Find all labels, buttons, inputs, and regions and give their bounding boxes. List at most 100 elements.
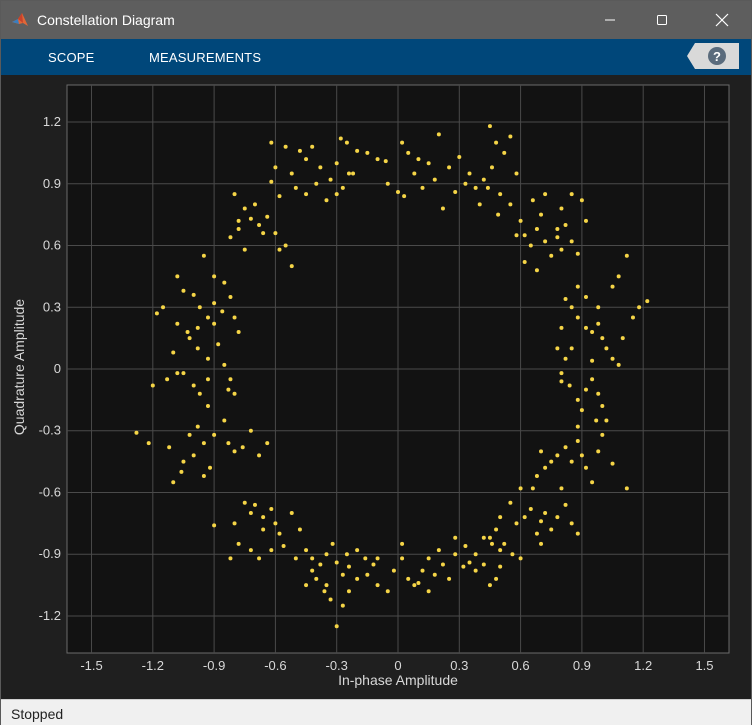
- constellation-point: [518, 218, 523, 223]
- constellation-point: [289, 171, 294, 176]
- constellation-point: [518, 556, 523, 561]
- constellation-point: [195, 346, 200, 351]
- constellation-point: [201, 474, 206, 479]
- plot-area: -1.5 -1.2 -0.9 -0.6 -0.3 0 0.3 0.6 0.9 1.2 1.5 -1.2…: [1, 75, 751, 699]
- constellation-point: [134, 430, 139, 435]
- constellation-point: [191, 453, 196, 458]
- constellation-point: [569, 305, 574, 310]
- constellation-point: [522, 515, 527, 520]
- constellation-point: [549, 459, 554, 464]
- constellation-point: [555, 346, 560, 351]
- constellation-point: [590, 329, 595, 334]
- minimize-icon: [605, 19, 615, 21]
- constellation-point: [355, 148, 360, 153]
- y-tick-label: 0.6: [43, 238, 61, 253]
- constellation-point: [412, 583, 417, 588]
- constellation-point: [265, 214, 270, 219]
- constellation-point: [273, 231, 278, 236]
- constellation-point: [579, 408, 584, 413]
- constellation-point: [610, 356, 615, 361]
- constellation-point: [620, 336, 625, 341]
- y-tick-label: -1.2: [39, 608, 61, 623]
- constellation-point: [340, 572, 345, 577]
- x-tick-label: 0.9: [573, 658, 591, 673]
- constellation-point: [232, 391, 237, 396]
- title-bar[interactable]: Constellation Diagram: [1, 1, 751, 39]
- close-button[interactable]: [699, 1, 745, 39]
- constellation-window: Constellation Diagram SCOPE MEASUREMENTS: [0, 0, 752, 725]
- constellation-point: [242, 247, 247, 252]
- constellation-point: [543, 192, 548, 197]
- constellation-point: [477, 202, 482, 207]
- constellation-point: [187, 432, 192, 437]
- maximize-button[interactable]: [639, 1, 685, 39]
- help-button[interactable]: ?: [687, 43, 739, 69]
- constellation-point: [539, 519, 544, 524]
- constellation-point: [228, 377, 233, 382]
- constellation-point: [463, 543, 468, 548]
- constellation-point: [205, 315, 210, 320]
- constellation-point: [273, 521, 278, 526]
- constellation-point: [508, 500, 513, 505]
- constellation-point: [371, 562, 376, 567]
- constellation-point: [212, 523, 217, 528]
- constellation-point: [543, 465, 548, 470]
- y-tick-label: 0: [54, 361, 61, 376]
- constellation-point: [569, 521, 574, 526]
- x-tick-label: 0: [394, 658, 401, 673]
- constellation-point: [252, 502, 257, 507]
- constellation-point: [236, 227, 241, 232]
- constellation-point: [252, 202, 257, 207]
- constellation-point: [569, 459, 574, 464]
- constellation-point: [528, 506, 533, 511]
- constellation-point: [502, 541, 507, 546]
- constellation-point: [400, 556, 405, 561]
- constellation-point: [559, 325, 564, 330]
- constellation-point: [406, 150, 411, 155]
- constellation-point: [440, 206, 445, 211]
- y-tick-label: -0.6: [39, 484, 61, 499]
- constellation-point: [555, 515, 560, 520]
- constellation-point: [596, 321, 601, 326]
- constellation-point: [539, 541, 544, 546]
- constellation-point: [400, 541, 405, 546]
- constellation-point: [569, 346, 574, 351]
- constellation-point: [575, 439, 580, 444]
- status-bar: Stopped: [1, 699, 751, 725]
- constellation-point: [402, 194, 407, 199]
- constellation-point: [549, 527, 554, 532]
- constellation-point: [277, 247, 282, 252]
- tab-measurements[interactable]: MEASUREMENTS: [149, 50, 261, 65]
- constellation-point: [277, 531, 282, 536]
- constellation-point: [154, 311, 159, 316]
- constellation-point: [344, 140, 349, 145]
- window-title: Constellation Diagram: [37, 12, 175, 28]
- constellation-chart[interactable]: -1.5 -1.2 -0.9 -0.6 -0.3 0 0.3 0.6 0.9 1.2 1.5 -1.2…: [1, 75, 751, 699]
- minimize-button[interactable]: [587, 1, 633, 39]
- constellation-point: [226, 387, 231, 392]
- tab-scope[interactable]: SCOPE: [48, 50, 95, 65]
- constellation-point: [481, 535, 486, 540]
- constellation-point: [534, 227, 539, 232]
- constellation-point: [514, 171, 519, 176]
- constellation-point: [534, 268, 539, 273]
- constellation-point: [236, 329, 241, 334]
- constellation-point: [375, 556, 380, 561]
- constellation-point: [273, 165, 278, 170]
- x-tick-label: -0.9: [203, 658, 225, 673]
- constellation-point: [269, 140, 274, 145]
- constellation-point: [346, 589, 351, 594]
- constellation-point: [205, 356, 210, 361]
- constellation-point: [575, 284, 580, 289]
- constellation-point: [201, 253, 206, 258]
- constellation-point: [496, 212, 501, 217]
- constellation-point: [197, 305, 202, 310]
- constellation-point: [559, 486, 564, 491]
- constellation-point: [150, 383, 155, 388]
- constellation-point: [473, 552, 478, 557]
- constellation-point: [248, 511, 253, 516]
- x-tick-label: 1.5: [695, 658, 713, 673]
- constellation-point: [212, 432, 217, 437]
- constellation-point: [365, 150, 370, 155]
- constellation-point: [559, 247, 564, 252]
